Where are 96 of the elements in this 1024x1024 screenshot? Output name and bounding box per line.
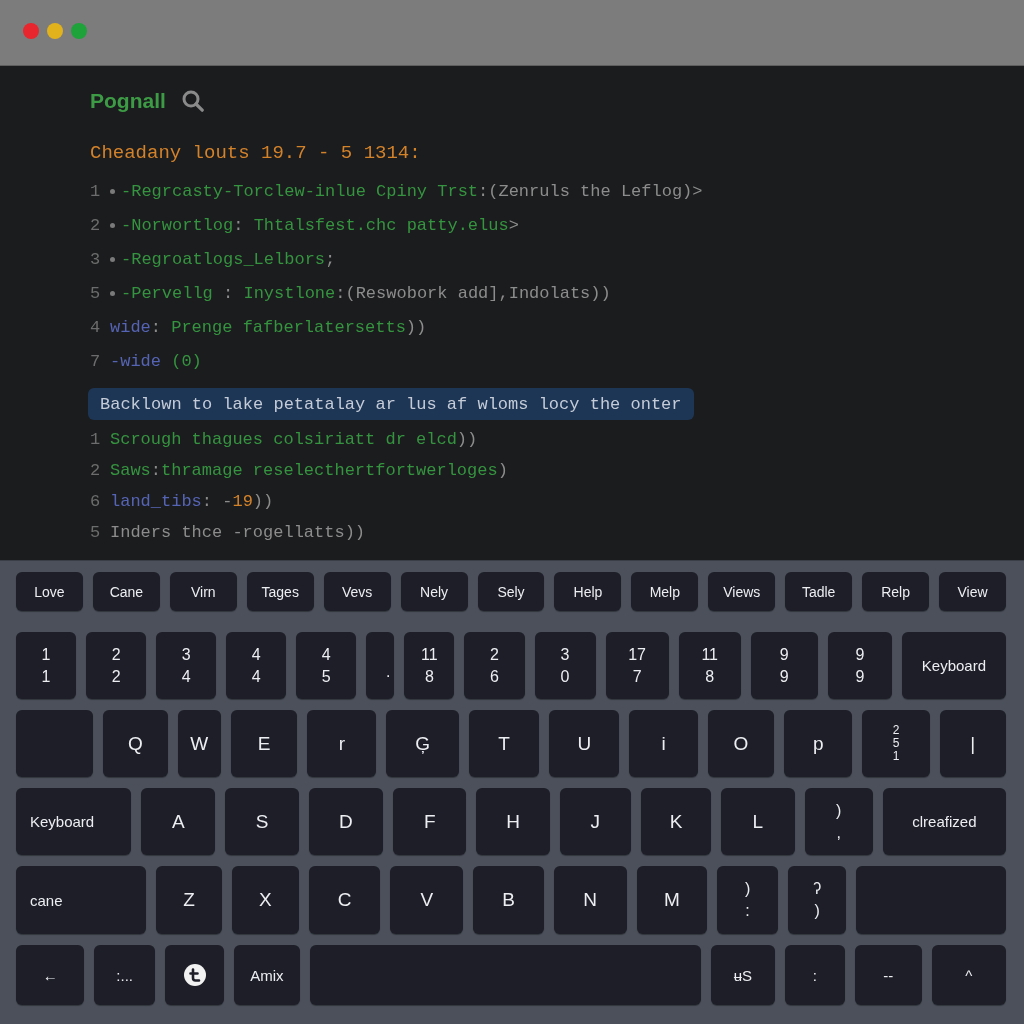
keyboard-key[interactable]: | <box>939 710 1006 777</box>
keyboard-key[interactable]: 3 0 <box>534 632 596 699</box>
keyboard-key[interactable]: O <box>707 710 775 777</box>
keyboard-key[interactable]: ) : <box>717 866 778 934</box>
keyboard-key[interactable]: 4 4 <box>226 632 287 699</box>
function-key[interactable]: Tages <box>246 572 314 611</box>
code-line: Inders thce -rogellatts)) <box>110 523 366 542</box>
keyboard-key[interactable]: Ģ <box>386 710 459 777</box>
keyboard-key[interactable]: ʉS <box>711 945 775 1005</box>
line-number: 7 <box>90 351 102 371</box>
keyboard-key[interactable]: r <box>307 710 377 777</box>
keyboard-key[interactable]: 17 7 <box>605 632 669 699</box>
keyboard-key[interactable]: 11 8 <box>678 632 741 699</box>
keyboard-key[interactable]: :... <box>94 945 155 1005</box>
keyboard-key[interactable]: -- <box>855 945 922 1005</box>
keyboard-key[interactable]: Z <box>156 866 222 934</box>
keyboard-key[interactable]: Keyboard <box>16 788 132 855</box>
keyboard-key[interactable]: 2 2 <box>86 632 147 699</box>
code-line: -Pervellg : Inystlone:(Reswobork add],Indolats)) <box>121 283 611 303</box>
keyboard-key[interactable]: X <box>231 866 299 934</box>
function-key[interactable]: View <box>939 572 1006 611</box>
keyboard-key[interactable]: E <box>230 710 298 777</box>
keyboard-key[interactable]: i <box>629 710 698 777</box>
keyboard-key[interactable]: U <box>549 710 620 777</box>
keyboard-key[interactable]: 9 9 <box>750 632 818 699</box>
search-icon[interactable] <box>181 90 204 112</box>
code-line: -wide (0) <box>110 351 202 371</box>
keyboard-key[interactable]: K <box>640 788 712 855</box>
keyboard-key[interactable]: N <box>553 866 627 934</box>
line-number: 3 <box>90 249 102 269</box>
keyboard-key[interactable]: 3 4 <box>156 632 217 699</box>
keyboard-key[interactable]: 11 8 <box>404 632 455 699</box>
keyboard-key[interactable] <box>164 945 225 1005</box>
keyboard-key[interactable]: 4 5 <box>296 632 357 699</box>
keyboard-key[interactable]: V <box>390 866 464 934</box>
keyboard-key[interactable]: clreafized <box>882 788 1006 855</box>
line-number: 4 <box>90 317 102 337</box>
keyboard-key[interactable]: T <box>468 710 540 777</box>
keyboard-key[interactable]: D <box>308 788 384 855</box>
function-key[interactable]: Relp <box>862 572 930 611</box>
function-key[interactable]: Love <box>16 572 83 611</box>
keyboard-key[interactable]: W <box>177 710 221 777</box>
function-key[interactable]: Virn <box>169 572 237 611</box>
space-bar[interactable] <box>309 945 702 1005</box>
keyboard-key[interactable]: cane <box>16 866 147 934</box>
keyboard-key[interactable]: L <box>721 788 795 855</box>
minimize-button[interactable] <box>47 22 63 39</box>
function-key[interactable]: Melp <box>631 572 699 611</box>
function-key[interactable]: Tadle <box>785 572 853 611</box>
keyboard-key[interactable]: B <box>473 866 544 934</box>
editor-title: Pognall <box>90 89 166 113</box>
keyboard-key[interactable]: ^ <box>931 945 1006 1005</box>
keyboard-key[interactable]: 1 1 <box>16 632 77 699</box>
keyboard-key[interactable]: M <box>636 866 708 934</box>
code-line: -Norwortlog: Thtalsfest.chc patty.elus> <box>121 215 519 235</box>
line-number: 2 <box>90 215 102 235</box>
code-line: -Regroatlogs_Lelbors; <box>121 249 336 269</box>
keyboard-key[interactable]: Amix <box>234 945 300 1005</box>
maximize-button[interactable] <box>71 22 87 39</box>
section-heading: Cheadany louts 19.7 - 5 1314: <box>90 141 421 166</box>
keyboard-key[interactable]: 9 9 <box>827 632 892 699</box>
keyboard-key[interactable]: . <box>366 632 395 699</box>
keyboard-key[interactable]: ) , <box>804 788 873 855</box>
keyboard-key[interactable]: Keyboard <box>901 632 1006 699</box>
line-number: 6 <box>90 492 102 511</box>
line-number: 5 <box>90 283 102 303</box>
keyboard-key[interactable]: S <box>225 788 299 855</box>
function-key[interactable]: Views <box>708 572 776 611</box>
line-number: 1 <box>90 181 102 201</box>
function-key[interactable]: Nely <box>400 572 468 611</box>
function-key[interactable]: Vevs <box>323 572 391 611</box>
keyboard-key[interactable]: ← <box>16 945 85 1005</box>
keyboard-key[interactable]: F <box>393 788 467 855</box>
function-key[interactable]: Help <box>554 572 622 611</box>
keyboard-key[interactable]: Q <box>103 710 168 777</box>
code-line: wide: Prenge fafberlatersetts)) <box>110 317 427 337</box>
keyboard-key[interactable]: H <box>476 788 550 855</box>
keyboard-key[interactable]: A <box>141 788 216 855</box>
keyboard-key[interactable]: 2 6 <box>464 632 525 699</box>
code-line: Scrough thagues colsiriatt dr elcd)) <box>110 430 478 449</box>
keyboard-key[interactable]: 2 5 1 <box>862 710 930 777</box>
code-line: -Regrcasty-Torclew-inlue Cpiny Trst:(Zenruls the Leflog)> <box>121 181 703 201</box>
function-key[interactable]: Cane <box>92 572 160 611</box>
keyboard-key[interactable]: : <box>784 945 846 1005</box>
code-line: land_tibs: -19)) <box>110 492 274 511</box>
keyboard-key[interactable]: J <box>559 788 631 855</box>
line-number: 5 <box>90 523 102 542</box>
line-number: 2 <box>90 461 102 480</box>
circle-logo-icon <box>183 964 206 986</box>
line-number: 1 <box>90 430 102 449</box>
close-button[interactable] <box>23 22 39 39</box>
function-key[interactable]: Sely <box>477 572 545 611</box>
code-line: Saws:thramage reselecthertfortwerloges) <box>110 461 508 480</box>
keyboard-key[interactable]: ʔ ) <box>787 866 847 934</box>
keyboard-key[interactable]: C <box>308 866 381 934</box>
keyboard-key[interactable]: p <box>784 710 853 777</box>
